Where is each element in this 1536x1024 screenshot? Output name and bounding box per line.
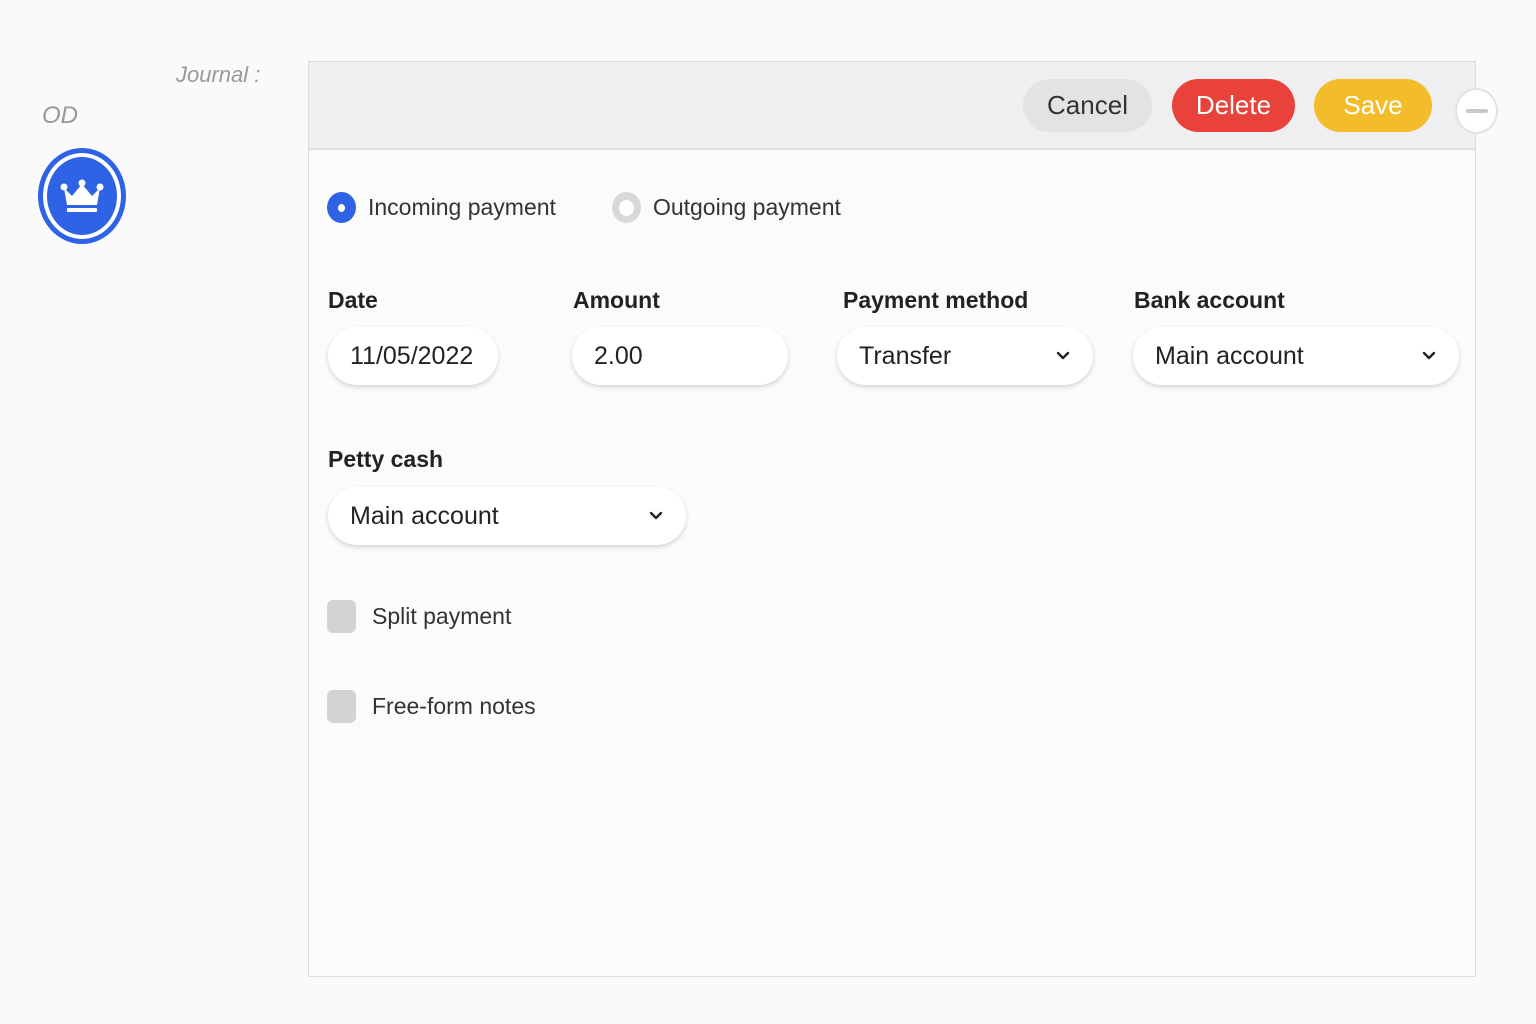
outgoing-payment-label[interactable]: Outgoing payment (653, 194, 841, 221)
split-payment-option: Split payment (327, 600, 511, 633)
date-value: 11/05/2022 (350, 341, 474, 370)
outgoing-payment-radio[interactable] (611, 192, 641, 223)
bank-account-label: Bank account (1134, 287, 1285, 313)
petty-cash-select[interactable]: Main account (328, 487, 686, 545)
bank-account-value: Main account (1155, 341, 1304, 370)
split-payment-label[interactable]: Split payment (372, 603, 511, 630)
payment-type-group: Incoming payment Outgoing payment (327, 192, 841, 223)
petty-cash-value: Main account (350, 501, 499, 530)
payment-method-value: Transfer (859, 341, 952, 370)
payment-form-panel: Cancel Delete Save Incoming payment Outg… (308, 61, 1476, 977)
journal-logo[interactable] (38, 148, 126, 244)
chevron-down-icon (1056, 351, 1070, 360)
free-form-notes-checkbox[interactable] (327, 690, 356, 723)
amount-label: Amount (573, 287, 660, 313)
crown-icon (47, 157, 117, 235)
delete-button[interactable]: Delete (1172, 79, 1295, 132)
form-toolbar: Cancel Delete Save (309, 62, 1475, 150)
incoming-payment-label[interactable]: Incoming payment (368, 194, 556, 221)
date-field[interactable]: 11/05/2022 (328, 327, 498, 385)
petty-cash-label: Petty cash (328, 446, 444, 472)
bank-account-select[interactable]: Main account (1133, 327, 1459, 385)
journal-label: Journal : (176, 62, 261, 87)
incoming-payment-radio[interactable] (327, 192, 356, 223)
minus-icon (1465, 109, 1488, 113)
date-label: Date (328, 287, 378, 313)
payment-method-select[interactable]: Transfer (837, 327, 1093, 385)
save-button[interactable]: Save (1314, 79, 1432, 132)
chevron-down-icon (649, 511, 663, 520)
split-payment-checkbox[interactable] (327, 600, 356, 633)
free-form-notes-label[interactable]: Free-form notes (372, 693, 536, 720)
payment-method-label: Payment method (843, 287, 1029, 313)
chevron-down-icon (1422, 351, 1436, 360)
free-form-notes-option: Free-form notes (327, 690, 536, 723)
amount-field[interactable]: 2.00 (572, 327, 788, 385)
journal-code: OD (42, 102, 78, 129)
amount-value: 2.00 (594, 341, 643, 370)
cancel-button[interactable]: Cancel (1023, 79, 1152, 132)
collapse-button[interactable] (1455, 88, 1498, 134)
